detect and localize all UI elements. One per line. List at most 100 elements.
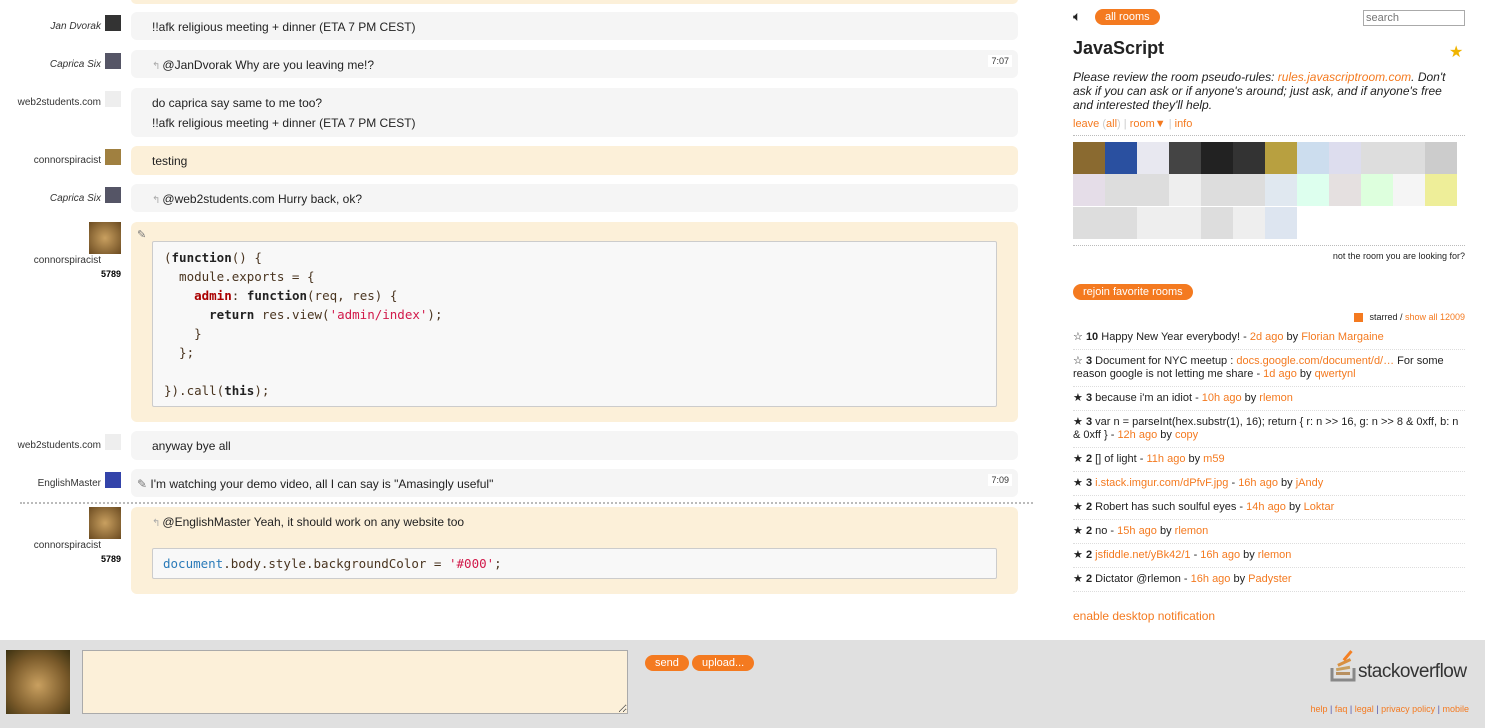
author-link[interactable]: Padyster (1248, 573, 1291, 585)
user-avatar[interactable] (1073, 142, 1105, 174)
username[interactable]: EnglishMaster (38, 478, 101, 489)
upload-button[interactable]: upload... (692, 655, 755, 671)
avatar[interactable] (105, 15, 121, 31)
user-avatar[interactable] (1233, 206, 1265, 239)
user-avatar[interactable] (1137, 206, 1169, 239)
time-ago-link[interactable]: 16h ago (1238, 477, 1278, 489)
user-avatar[interactable] (1105, 142, 1137, 174)
user-avatar[interactable] (1201, 206, 1233, 239)
user-avatar[interactable] (1169, 206, 1201, 239)
time-ago-link[interactable]: 11h ago (1146, 453, 1185, 465)
rejoin-favorites-button[interactable]: rejoin favorite rooms (1073, 284, 1193, 300)
user-avatar[interactable] (1073, 174, 1105, 207)
username[interactable]: Jan Dvorak (50, 21, 101, 32)
info-link[interactable]: info (1175, 118, 1193, 130)
author-link[interactable]: Florian Margaine (1301, 331, 1384, 343)
star-icon[interactable]: ★ (1073, 549, 1083, 561)
user-avatar[interactable] (1169, 174, 1201, 207)
timestamp[interactable]: 7:07 (988, 55, 1012, 67)
message-link[interactable]: docs.google.com/document/d/… (1236, 355, 1394, 367)
username[interactable]: Caprica Six (50, 193, 101, 204)
user-avatar[interactable] (1137, 174, 1169, 207)
user-avatar[interactable] (1265, 206, 1297, 239)
user-avatar[interactable] (1329, 142, 1361, 174)
star-icon[interactable]: ★ (1073, 573, 1083, 585)
time-ago-link[interactable]: 15h ago (1117, 525, 1157, 537)
message-input[interactable] (82, 650, 628, 714)
avatar[interactable] (89, 222, 121, 254)
author-link[interactable]: qwertynl (1315, 368, 1356, 380)
avatar[interactable] (105, 187, 121, 203)
timestamp[interactable]: 7:09 (988, 474, 1012, 486)
leave-link[interactable]: leave (1073, 118, 1099, 130)
username[interactable]: connorspiracist (34, 540, 101, 551)
user-avatar[interactable] (1297, 142, 1329, 174)
user-avatar[interactable] (1169, 142, 1201, 174)
message-link[interactable]: i.stack.imgur.com/dPfvF.jpg (1095, 477, 1228, 489)
author-link[interactable]: rlemon (1175, 525, 1209, 537)
user-avatar[interactable] (1361, 142, 1393, 174)
username[interactable]: web2students.com (18, 97, 101, 108)
user-avatar[interactable] (1265, 142, 1297, 174)
footer-link[interactable]: faq (1335, 704, 1348, 714)
user-avatar[interactable] (1297, 174, 1329, 207)
rules-link[interactable]: rules.javascriptroom.com (1278, 70, 1411, 84)
avatar[interactable] (105, 91, 121, 107)
search-input[interactable] (1363, 10, 1465, 26)
message-link[interactable]: jsfiddle.net/yBk42/1 (1095, 549, 1190, 561)
footer-link[interactable]: legal (1355, 704, 1374, 714)
time-ago-link[interactable]: 16h ago (1200, 549, 1240, 561)
star-icon[interactable]: ★ (1073, 501, 1083, 513)
user-avatar[interactable] (1105, 174, 1137, 207)
footer-link[interactable]: privacy policy (1381, 704, 1435, 714)
show-all-link[interactable]: show all 12009 (1405, 312, 1465, 322)
user-avatar[interactable] (1361, 174, 1393, 207)
username[interactable]: connorspiracist (34, 155, 101, 166)
username[interactable]: connorspiracist (34, 255, 101, 266)
send-button[interactable]: send (645, 655, 689, 671)
star-icon[interactable]: ★ (1073, 392, 1083, 404)
star-icon[interactable]: ☆ (1073, 331, 1083, 343)
reply-icon[interactable]: ↰ (152, 518, 160, 529)
reply-icon[interactable]: ↰ (152, 195, 160, 206)
speaker-icon[interactable]: 🔈︎ (1073, 8, 1081, 25)
time-ago-link[interactable]: 12h ago (1117, 429, 1157, 441)
user-avatar[interactable] (1201, 174, 1233, 207)
user-avatar[interactable] (1393, 174, 1425, 207)
user-avatar[interactable] (1073, 206, 1105, 239)
not-room-link[interactable]: not the room you are looking for? (1333, 251, 1465, 261)
author-link[interactable]: rlemon (1258, 549, 1292, 561)
user-avatar[interactable] (1233, 174, 1265, 207)
time-ago-link[interactable]: 14h ago (1246, 501, 1286, 513)
user-avatar[interactable] (1393, 142, 1425, 174)
username[interactable]: web2students.com (18, 440, 101, 451)
author-link[interactable]: jAndy (1296, 477, 1324, 489)
author-link[interactable]: m59 (1203, 453, 1224, 465)
author-link[interactable]: rlemon (1259, 392, 1293, 404)
star-icon[interactable]: ★ (1073, 453, 1083, 465)
all-rooms-button[interactable]: all rooms (1095, 9, 1160, 25)
avatar[interactable] (105, 434, 121, 450)
reply-icon[interactable]: ↰ (152, 61, 160, 72)
avatar[interactable] (89, 507, 121, 539)
avatar[interactable] (105, 53, 121, 69)
time-ago-link[interactable]: 1d ago (1263, 368, 1297, 380)
user-avatar[interactable] (1201, 142, 1233, 174)
footer-link[interactable]: mobile (1442, 704, 1469, 714)
favorite-star-icon[interactable]: ★ (1449, 42, 1463, 62)
footer-link[interactable]: help (1311, 704, 1328, 714)
user-avatar[interactable] (1137, 142, 1169, 174)
user-avatar[interactable] (1233, 142, 1265, 174)
avatar[interactable] (105, 149, 121, 165)
author-link[interactable]: copy (1175, 429, 1198, 441)
star-icon[interactable]: ☆ (1073, 355, 1083, 367)
username[interactable]: Caprica Six (50, 59, 101, 70)
room-menu-link[interactable]: room▼ (1130, 118, 1166, 130)
author-link[interactable]: Loktar (1304, 501, 1335, 513)
user-avatar[interactable] (1425, 142, 1457, 174)
user-avatar[interactable] (1329, 174, 1361, 207)
avatar[interactable] (105, 472, 121, 488)
user-avatar[interactable] (1265, 174, 1297, 207)
time-ago-link[interactable]: 16h ago (1191, 573, 1231, 585)
leave-all-link[interactable]: all (1106, 118, 1117, 130)
